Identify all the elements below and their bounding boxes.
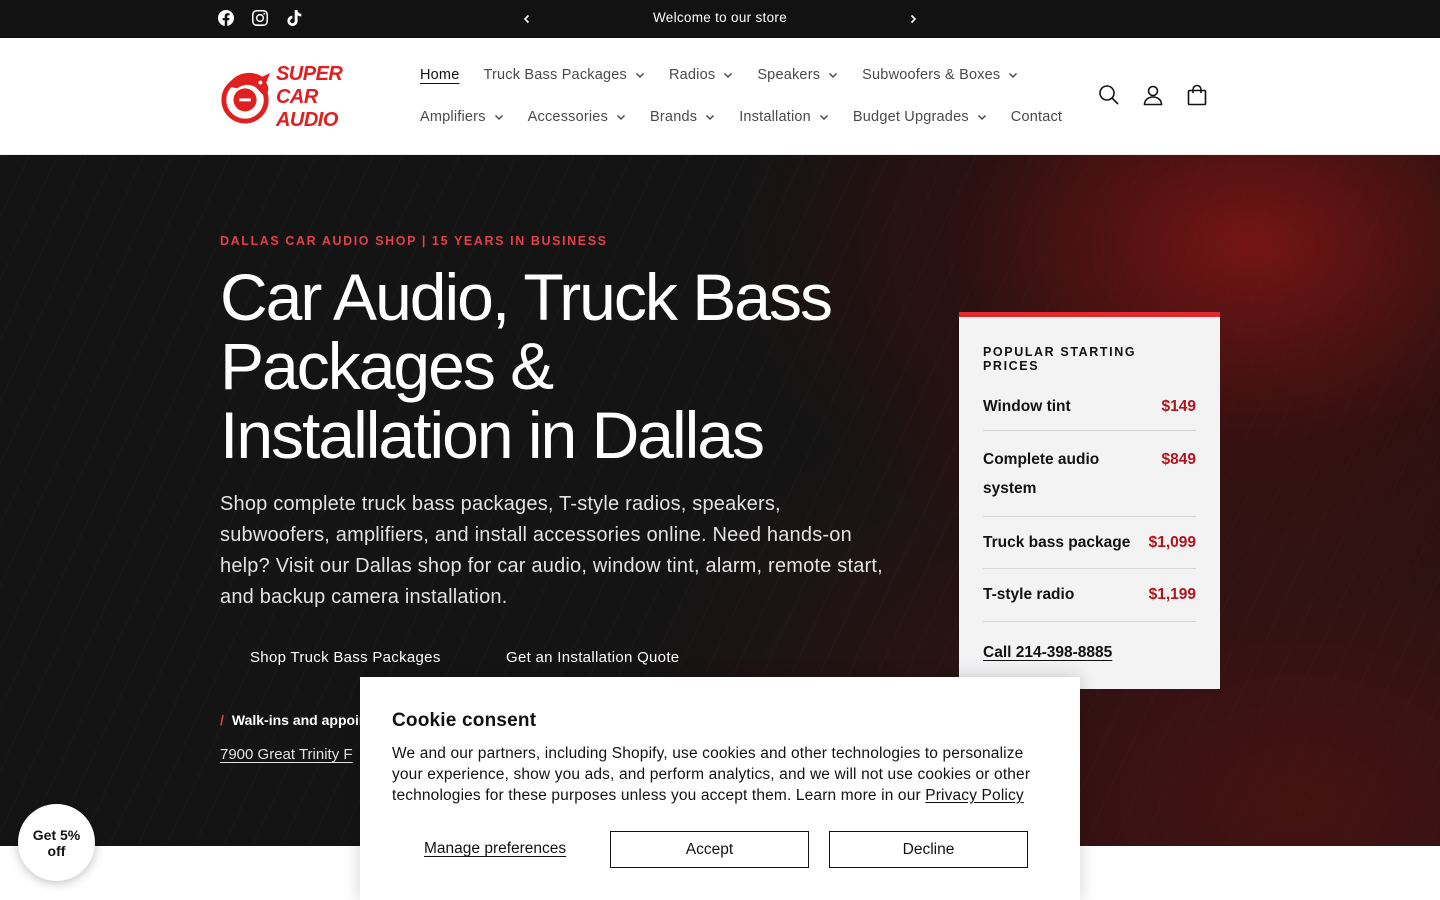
- cookie-consent-dialog: Cookie consent We and our partners, incl…: [360, 677, 1080, 900]
- nav-accessories[interactable]: Accessories: [528, 109, 626, 125]
- call-phone-link[interactable]: Call 214-398-8885: [983, 644, 1112, 662]
- chevron-down-icon: [635, 70, 645, 80]
- site-header: SUPER CAR AUDIO Home Truck Bass Packages…: [0, 38, 1440, 155]
- nav-contact[interactable]: Contact: [1011, 109, 1062, 125]
- chevron-right-icon[interactable]: [903, 9, 923, 29]
- nav-brands[interactable]: Brands: [650, 109, 715, 125]
- cookie-title: Cookie consent: [392, 710, 537, 731]
- header-actions: [1098, 83, 1208, 107]
- nav-truck-bass-packages[interactable]: Truck Bass Packages: [483, 67, 644, 83]
- nav-radios[interactable]: Radios: [669, 67, 733, 83]
- chevron-down-icon: [494, 112, 504, 122]
- nav-label: Speakers: [757, 67, 821, 83]
- manage-preferences-link[interactable]: Manage preferences: [424, 840, 566, 858]
- chevron-down-icon: [723, 70, 733, 80]
- nav-label: Brands: [650, 109, 698, 125]
- cart-icon[interactable]: [1186, 83, 1208, 107]
- walkins-note: / Walk-ins and appoin: [220, 712, 368, 728]
- chevron-down-icon: [1008, 70, 1018, 80]
- announcement-bar: Welcome to our store: [0, 0, 1440, 38]
- shop-address-link[interactable]: 7900 Great Trinity F: [220, 746, 353, 763]
- account-icon[interactable]: [1142, 83, 1164, 107]
- price-row-label: Complete audio system: [983, 451, 1100, 497]
- chevron-down-icon: [828, 70, 838, 80]
- discount-badge[interactable]: Get 5% off: [18, 804, 95, 881]
- installation-quote-button[interactable]: Get an Installation Quote: [506, 649, 679, 666]
- price-row-value: $1,199: [1148, 586, 1196, 603]
- nav-label: Accessories: [527, 109, 609, 125]
- price-card-title: POPULAR STARTING PRICES: [983, 345, 1137, 373]
- price-row: Window tint $149: [983, 381, 1196, 431]
- nav-label: Home: [420, 67, 460, 83]
- accept-button[interactable]: Accept: [610, 831, 809, 868]
- nav-label: Installation: [739, 109, 811, 125]
- nav-label: Truck Bass Packages: [483, 67, 627, 83]
- privacy-policy-link[interactable]: Privacy Policy: [925, 787, 1024, 804]
- nav-label: Contact: [1010, 109, 1063, 125]
- nav-subwoofers-boxes[interactable]: Subwoofers & Boxes: [862, 67, 1018, 83]
- cookie-text: We and our partners, including Shopify, …: [392, 743, 1048, 806]
- announcement-text: Welcome to our store: [652, 10, 788, 25]
- price-row-value: $1,099: [1148, 534, 1196, 551]
- hero-eyebrow: DALLAS CAR AUDIO SHOP | 15 YEARS IN BUSI…: [220, 234, 608, 248]
- price-row: T-style radio $1,199: [983, 569, 1196, 622]
- price-row-label: Window tint: [983, 398, 1071, 415]
- logo-line1: SUPER: [275, 62, 343, 85]
- chevron-down-icon: [616, 112, 626, 122]
- main-nav-row2: Amplifiers Accessories Brands Installati…: [420, 109, 1086, 125]
- nav-amplifiers[interactable]: Amplifiers: [420, 109, 504, 125]
- shop-truck-bass-packages-button[interactable]: Shop Truck Bass Packages: [250, 649, 441, 666]
- nav-label: Budget Upgrades: [852, 109, 969, 125]
- chevron-down-icon: [819, 112, 829, 122]
- discount-label: Get 5% off: [32, 826, 81, 859]
- price-row: Truck bass package $1,099: [983, 517, 1196, 569]
- nav-label: Amplifiers: [420, 109, 486, 125]
- hero-title: Car Audio, Truck Bass Packages & Install…: [220, 260, 833, 472]
- walkins-text: Walk-ins and appoin: [231, 712, 368, 728]
- walkins-slash: /: [220, 712, 224, 728]
- price-row-label: Truck bass package: [983, 534, 1131, 551]
- search-icon[interactable]: [1098, 83, 1120, 107]
- store-logo[interactable]: SUPER CAR AUDIO: [220, 63, 380, 131]
- price-row-value: $849: [1161, 451, 1196, 468]
- nav-label: Subwoofers & Boxes: [862, 67, 1001, 83]
- hero-description: Shop complete truck bass packages, T-sty…: [220, 493, 883, 608]
- nav-installation[interactable]: Installation: [739, 109, 829, 125]
- dragon-logo-icon: [221, 72, 271, 124]
- nav-budget-upgrades[interactable]: Budget Upgrades: [853, 109, 987, 125]
- price-row-label: T-style radio: [983, 586, 1075, 603]
- popular-prices-card: POPULAR STARTING PRICES Window tint $149…: [959, 312, 1220, 689]
- logo-text: SUPER CAR AUDIO: [276, 63, 380, 132]
- nav-label: Radios: [668, 67, 716, 83]
- chevron-down-icon: [977, 112, 987, 122]
- nav-speakers[interactable]: Speakers: [757, 67, 838, 83]
- main-nav-row1: Home Truck Bass Packages Radios Speakers…: [420, 67, 1042, 83]
- logo-line2: CAR AUDIO: [275, 85, 338, 131]
- nav-home[interactable]: Home: [420, 67, 459, 83]
- decline-button[interactable]: Decline: [829, 831, 1028, 868]
- price-row-value: $149: [1161, 398, 1196, 415]
- price-row: Complete audio system $849: [983, 431, 1196, 517]
- chevron-down-icon: [705, 112, 715, 122]
